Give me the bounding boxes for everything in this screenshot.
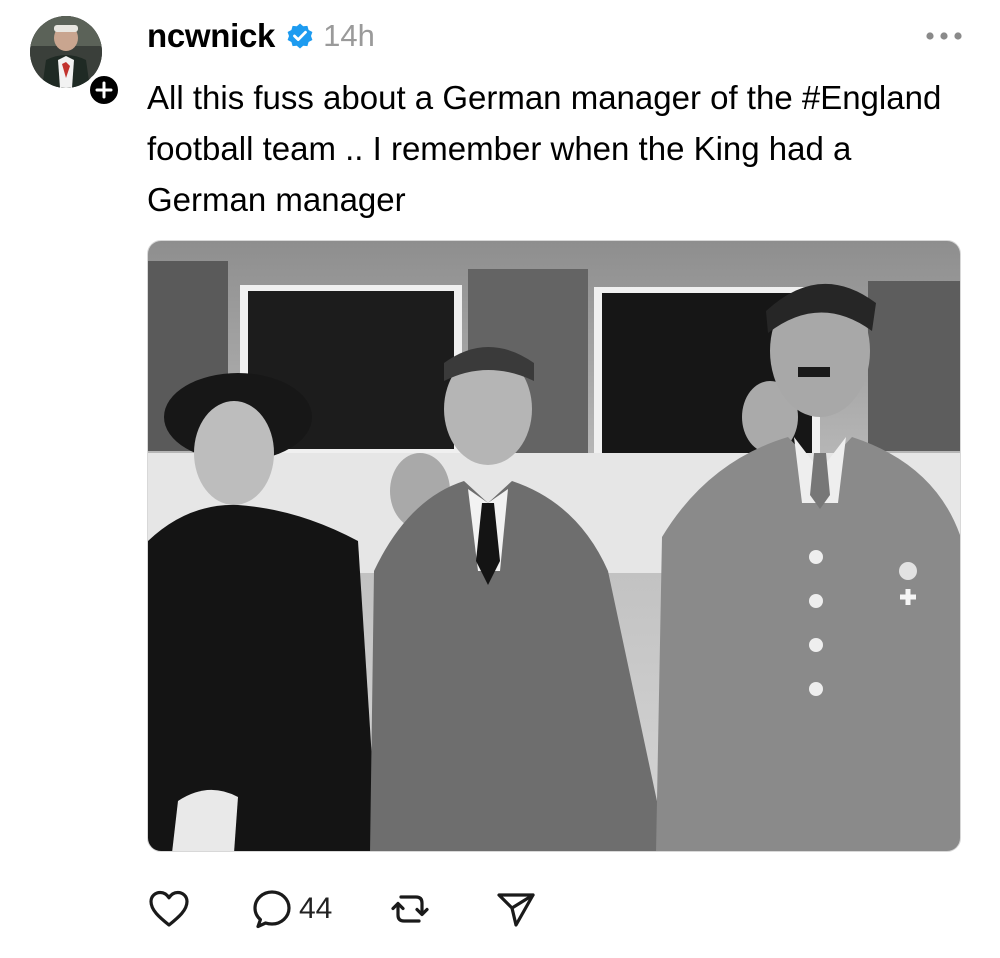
ellipsis-icon <box>926 32 962 40</box>
like-button[interactable] <box>147 889 191 929</box>
post-image[interactable] <box>147 240 961 852</box>
timestamp[interactable]: 14h <box>323 18 375 54</box>
follow-button[interactable] <box>86 72 122 108</box>
repost-icon <box>391 895 429 923</box>
post-header: ncwnick 14h <box>147 14 375 58</box>
speech-bubble-icon <box>253 890 291 929</box>
more-options-button[interactable] <box>920 22 968 50</box>
avatar-container[interactable] <box>30 16 122 108</box>
username[interactable]: ncwnick <box>147 17 275 55</box>
post-text: All this fuss about a German manager of … <box>147 79 951 218</box>
repost-button[interactable] <box>388 887 432 931</box>
reply-button[interactable]: 44 <box>251 888 332 930</box>
share-button[interactable] <box>494 887 538 931</box>
action-bar: 44 <box>147 885 538 933</box>
paper-plane-icon <box>497 893 535 927</box>
heart-icon <box>149 890 189 927</box>
reply-count: 44 <box>299 892 333 925</box>
historical-photo <box>148 241 960 851</box>
verified-badge-icon <box>285 21 315 51</box>
plus-icon <box>95 81 113 99</box>
